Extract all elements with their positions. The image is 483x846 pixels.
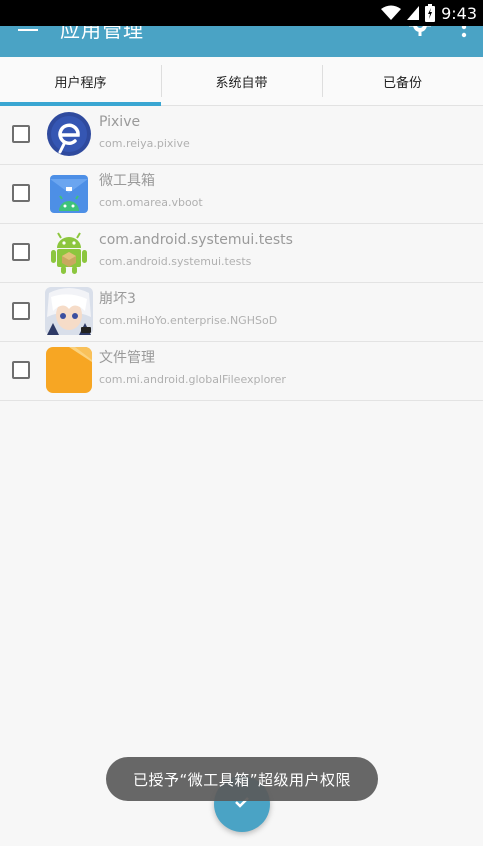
toolbox-app-icon: [45, 169, 93, 217]
menu-icon[interactable]: [18, 26, 38, 36]
app-bar: 应用管理: [0, 26, 483, 57]
android-app-icon: [45, 228, 93, 276]
app-package: com.omarea.vboot: [99, 196, 203, 209]
list-item[interactable]: 崩坏3 com.miHoYo.enterprise.NGHSoD: [0, 283, 483, 342]
select-checkbox[interactable]: [12, 243, 30, 261]
battery-icon: [425, 4, 436, 22]
app-package: com.reiya.pixive: [99, 137, 190, 150]
tab-user-apps[interactable]: 用户程序: [0, 57, 161, 106]
app-package: com.miHoYo.enterprise.NGHSoD: [99, 314, 278, 327]
list-item[interactable]: Pixive com.reiya.pixive: [0, 106, 483, 165]
app-name: 微工具箱: [99, 173, 155, 189]
select-checkbox[interactable]: [12, 361, 30, 379]
select-checkbox[interactable]: [12, 184, 30, 202]
folder-app-icon: [45, 346, 93, 394]
list-item[interactable]: 文件管理 com.mi.android.globalFileexplorer: [0, 342, 483, 401]
wifi-icon: [381, 5, 402, 21]
tab-label: 系统自带: [215, 75, 268, 91]
tab-label: 已备份: [382, 75, 422, 91]
tab-label: 用户程序: [54, 75, 107, 91]
signal-icon: [407, 5, 420, 21]
select-checkbox[interactable]: [12, 125, 30, 143]
app-name: 文件管理: [99, 350, 155, 366]
page-title: 应用管理: [60, 26, 144, 42]
list-item[interactable]: com.android.systemui.tests com.android.s…: [0, 224, 483, 283]
honkai-app-icon: [45, 287, 93, 335]
app-name: Pixive: [99, 114, 141, 130]
select-checkbox[interactable]: [12, 302, 30, 320]
overflow-menu-icon[interactable]: [461, 26, 467, 38]
app-list: Pixive com.reiya.pixive 微工具箱 com.omarea.…: [0, 106, 483, 401]
status-bar: 9:43: [0, 0, 483, 26]
toast-message: 已授予“微工具箱”超级用户权限: [106, 757, 378, 801]
gear-icon[interactable]: [409, 26, 431, 36]
tab-system-apps[interactable]: 系统自带: [161, 57, 322, 105]
tab-bar: 用户程序 系统自带 已备份: [0, 57, 483, 106]
list-item[interactable]: 微工具箱 com.omarea.vboot: [0, 165, 483, 224]
pixive-app-icon: [45, 110, 93, 158]
app-name: com.android.systemui.tests: [99, 232, 293, 248]
app-name: 崩坏3: [99, 291, 136, 307]
tab-backed-up[interactable]: 已备份: [322, 57, 483, 105]
app-package: com.android.systemui.tests: [99, 255, 252, 268]
app-package: com.mi.android.globalFileexplorer: [99, 373, 286, 386]
clock: 9:43: [441, 3, 477, 23]
